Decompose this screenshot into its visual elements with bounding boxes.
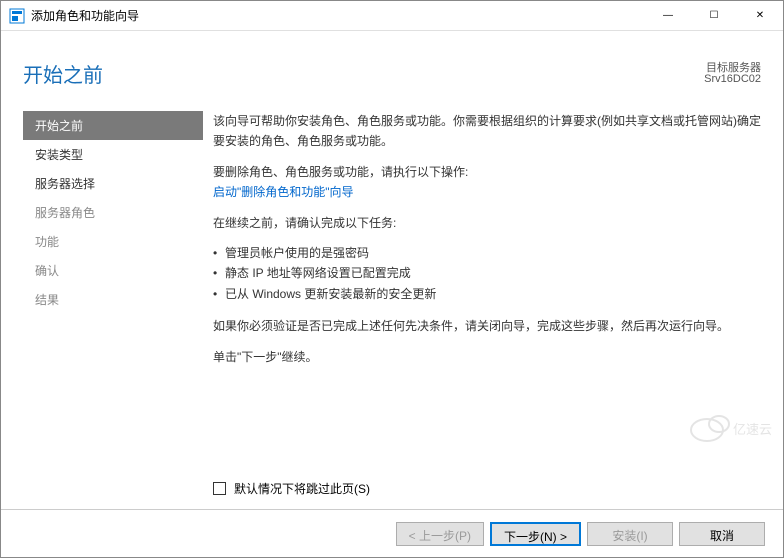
intro-text: 该向导可帮助你安装角色、角色服务或功能。你需要根据组织的计算要求(例如共享文档或… <box>213 111 761 152</box>
nav-step-before-begin[interactable]: 开始之前 <box>23 111 203 140</box>
nav-step-server-roles: 服务器角色 <box>23 198 203 227</box>
watermark: 亿速云 <box>689 410 775 449</box>
nav-step-server-selection[interactable]: 服务器选择 <box>23 169 203 198</box>
svg-text:亿速云: 亿速云 <box>733 422 772 437</box>
wizard-nav: 开始之前 安装类型 服务器选择 服务器角色 功能 确认 结果 <box>23 111 203 471</box>
nav-step-install-type[interactable]: 安装类型 <box>23 140 203 169</box>
nav-step-results: 结果 <box>23 285 203 314</box>
minimize-button[interactable]: — <box>645 1 691 30</box>
remove-roles-link[interactable]: 启动"删除角色和功能"向导 <box>213 185 354 199</box>
before-continue-text: 在继续之前，请确认完成以下任务: <box>213 213 761 233</box>
skip-page-label[interactable]: 默认情况下将跳过此页(S) <box>234 480 370 497</box>
destination-server: Srv16DC02 <box>704 73 761 85</box>
prereq-item: 已从 Windows 更新安装最新的安全更新 <box>213 284 761 304</box>
remove-prefix: 要删除角色、角色服务或功能，请执行以下操作: <box>213 165 468 179</box>
next-button[interactable]: 下一步(N) > <box>490 522 581 546</box>
cancel-button[interactable]: 取消 <box>679 522 765 546</box>
wizard-content: 该向导可帮助你安装角色、角色服务或功能。你需要根据组织的计算要求(例如共享文档或… <box>203 111 761 471</box>
nav-step-confirm: 确认 <box>23 256 203 285</box>
nav-step-features: 功能 <box>23 227 203 256</box>
verify-text: 如果你必须验证是否已完成上述任何先决条件，请关闭向导，完成这些步骤，然后再次运行… <box>213 316 761 336</box>
prereq-item: 静态 IP 地址等网络设置已配置完成 <box>213 263 761 283</box>
install-button: 安装(I) <box>587 522 673 546</box>
prereq-item: 管理员帐户使用的是强密码 <box>213 243 761 263</box>
window-title: 添加角色和功能向导 <box>31 7 645 24</box>
previous-button: < 上一步(P) <box>396 522 484 546</box>
skip-page-checkbox[interactable] <box>213 482 226 495</box>
page-title: 开始之前 <box>23 59 103 88</box>
click-next-text: 单击"下一步"继续。 <box>213 347 761 367</box>
close-button[interactable]: ✕ <box>737 1 783 30</box>
app-icon <box>9 8 25 24</box>
maximize-button[interactable]: ☐ <box>691 1 737 30</box>
